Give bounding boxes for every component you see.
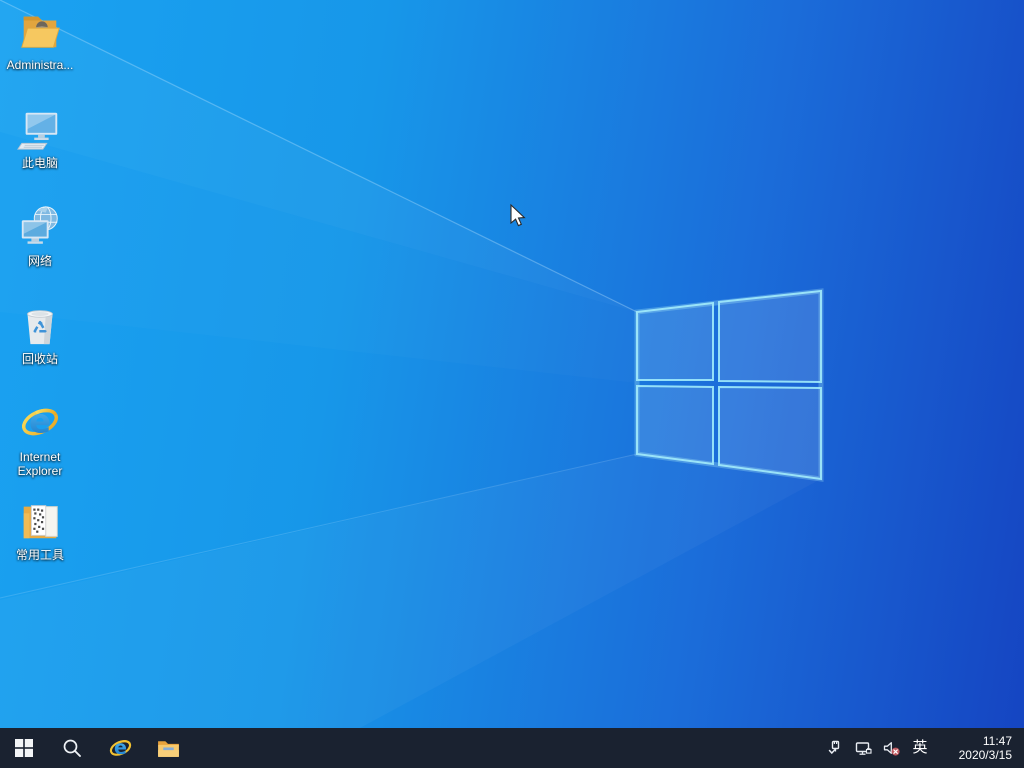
tools-folder-icon (16, 496, 64, 546)
desktop-icon-label: Administra... (6, 58, 74, 72)
system-tray: 英 11:47 2020/3/15 (822, 728, 1024, 768)
taskbar: e 英 11:47 2020/3/15 (0, 728, 1024, 768)
windows-start-icon (15, 739, 33, 757)
desktop-icon-network[interactable]: 网络 (2, 202, 78, 268)
language-indicator[interactable]: 英 (906, 728, 934, 768)
taskbar-file-explorer-button[interactable] (144, 728, 192, 768)
network-status-icon[interactable] (850, 728, 876, 768)
start-button[interactable] (0, 728, 48, 768)
desktop-icon-administrator[interactable]: Administra... (2, 6, 78, 72)
desktop-icon-internet-explorer[interactable]: e Internet Explorer (2, 398, 78, 479)
search-button[interactable] (48, 728, 96, 768)
ie-icon: e (16, 398, 64, 448)
clock-date: 2020/3/15 (958, 748, 1012, 762)
svg-text:e: e (114, 736, 127, 759)
search-icon (63, 739, 81, 757)
desktop-icon-label: Internet Explorer (17, 450, 63, 479)
desktop-wallpaper: Administra... 此电脑 网络 回收站 e Internet Expl… (0, 0, 1024, 728)
taskbar-clock[interactable]: 11:47 2020/3/15 (936, 734, 1020, 762)
svg-text:e: e (29, 403, 51, 441)
clock-time: 11:47 (982, 734, 1012, 748)
desktop-icon-label: 此电脑 (21, 156, 58, 170)
desktop-icon-this-pc[interactable]: 此电脑 (2, 104, 78, 170)
desktop-icon-label: 常用工具 (15, 548, 64, 562)
taskbar-ie-button[interactable]: e (96, 728, 144, 768)
recycle-bin-icon (16, 300, 64, 350)
speaker-muted-icon[interactable] (878, 728, 904, 768)
user-folder-icon (16, 6, 64, 56)
computer-icon (16, 104, 64, 154)
windows-logo-wallpaper-art (0, 0, 824, 599)
desktop-icon-common-tools[interactable]: 常用工具 (2, 496, 78, 562)
ie-icon: e (109, 736, 131, 759)
desktop-icon-label: 网络 (27, 254, 52, 268)
desktop-icon-recycle-bin[interactable]: 回收站 (2, 300, 78, 366)
network-globe-icon (16, 202, 64, 252)
taskbar-empty-area (192, 728, 822, 768)
usb-safely-remove-icon[interactable] (822, 728, 848, 768)
desktop-icon-label: 回收站 (21, 352, 58, 366)
mouse-cursor (510, 203, 526, 227)
folder-icon (157, 740, 179, 757)
